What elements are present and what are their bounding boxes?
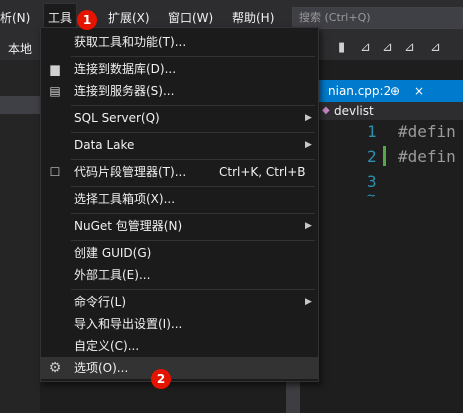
left-panel-header (0, 96, 40, 114)
menu-item-snippet-manager[interactable]: ☐ 代码片段管理器(T)... Ctrl+K, Ctrl+B (41, 161, 318, 183)
menu-item-label: 代码片段管理器(T)... (74, 165, 187, 179)
eof-marker: ~ (367, 188, 376, 204)
left-panel (0, 60, 40, 413)
tab-nian-cpp[interactable]: nian.cpp:2 ⊕ × (318, 80, 463, 102)
separator (71, 159, 315, 160)
separator (71, 132, 315, 133)
menu-item-label: 外部工具(E)... (74, 268, 151, 282)
step-badge-2: 2 (151, 369, 171, 389)
menu-window[interactable]: 窗口(W) (168, 9, 213, 26)
menu-item-label: 连接到服务器(S)... (74, 84, 175, 98)
bookmark-clear-icon[interactable]: ⊿ (430, 40, 441, 55)
separator (71, 186, 315, 187)
tab-title: nian.cpp:2 (328, 84, 392, 98)
menu-help[interactable]: 帮助(H) (232, 9, 274, 26)
menu-item-label: 导入和导出设置(I)... (74, 317, 183, 331)
menu-item-connect-database[interactable]: ▆ 连接到数据库(D)... (41, 58, 318, 80)
search-input[interactable]: 搜索 (Ctrl+Q) (292, 7, 463, 29)
menu-item-label: 自定义(C)... (74, 339, 140, 353)
menu-item-toolbox-items[interactable]: 选择工具箱项(X)... (41, 188, 318, 210)
menu-analyze[interactable]: 析(N) (0, 9, 30, 26)
menu-item-label: NuGet 包管理器(N) (74, 219, 183, 233)
tools-dropdown-menu: 获取工具和功能(T)... ▆ 连接到数据库(D)... ▤ 连接到服务器(S)… (40, 27, 319, 382)
menu-item-label: 获取工具和功能(T)... (74, 35, 187, 49)
scope-icon: ◆ (322, 105, 330, 116)
menu-item-label: 选项(O)... (74, 361, 129, 375)
navigation-bar[interactable]: ◆ devlist (318, 102, 463, 120)
bookmark-folder-icon[interactable]: ⊿ (404, 40, 415, 55)
separator (71, 289, 315, 290)
menu-item-customize[interactable]: 自定义(C)... (41, 335, 318, 357)
menu-item-label: SQL Server(Q) (74, 111, 160, 125)
menu-item-command-line[interactable]: 命令行(L) ▶ (41, 291, 318, 313)
menu-extensions[interactable]: 扩展(X) (108, 9, 150, 26)
line-number: 1 (367, 122, 377, 141)
pin-icon[interactable]: ⊕ (390, 80, 400, 102)
menu-item-label: 命令行(L) (74, 295, 127, 309)
menu-item-data-lake[interactable]: Data Lake ▶ (41, 134, 318, 156)
bookmark-prev-icon[interactable]: ⊿ (360, 40, 371, 55)
menu-item-nuget[interactable]: NuGet 包管理器(N) ▶ (41, 215, 318, 237)
step-badge-1: 1 (77, 10, 97, 30)
menu-item-import-export[interactable]: 导入和导出设置(I)... (41, 313, 318, 335)
menu-item-label: 连接到数据库(D)... (74, 62, 177, 76)
menu-item-external-tools[interactable]: 外部工具(E)... (41, 264, 318, 286)
snippet-icon: ☐ (49, 165, 61, 179)
scope-label: devlist (334, 104, 374, 118)
menu-item-label: Data Lake (74, 138, 135, 152)
bookmark-icon[interactable]: ▮ (338, 40, 345, 55)
bookmark-next-icon[interactable]: ⊿ (382, 40, 393, 55)
menu-item-get-tools[interactable]: 获取工具和功能(T)... (41, 31, 318, 53)
code-line: #defin (398, 147, 456, 166)
submenu-arrow-icon: ▶ (305, 113, 312, 123)
menu-item-options[interactable]: ⚙ 选项(O)... (41, 357, 318, 379)
menu-item-create-guid[interactable]: 创建 GUID(G) (41, 242, 318, 264)
menu-item-shortcut: Ctrl+K, Ctrl+B (219, 165, 306, 179)
separator (71, 56, 315, 57)
menu-item-connect-server[interactable]: ▤ 连接到服务器(S)... (41, 80, 318, 102)
gear-icon: ⚙ (48, 360, 62, 376)
change-indicator (383, 146, 386, 166)
line-number: 2 (367, 147, 377, 166)
menu-item-sql-server[interactable]: SQL Server(Q) ▶ (41, 107, 318, 129)
menu-item-label: 选择工具箱项(X)... (74, 192, 176, 206)
toolbar-local-label[interactable]: 本地 (8, 40, 32, 57)
submenu-arrow-icon: ▶ (305, 140, 312, 150)
database-icon: ▆ (50, 62, 60, 76)
close-icon[interactable]: × (414, 80, 424, 102)
submenu-arrow-icon: ▶ (305, 221, 312, 231)
separator (71, 105, 315, 106)
code-line: #defin (398, 122, 456, 141)
menu-item-label: 创建 GUID(G) (74, 246, 152, 260)
separator (71, 240, 315, 241)
submenu-arrow-icon: ▶ (305, 297, 312, 307)
separator (71, 213, 315, 214)
server-icon: ▤ (49, 84, 61, 98)
